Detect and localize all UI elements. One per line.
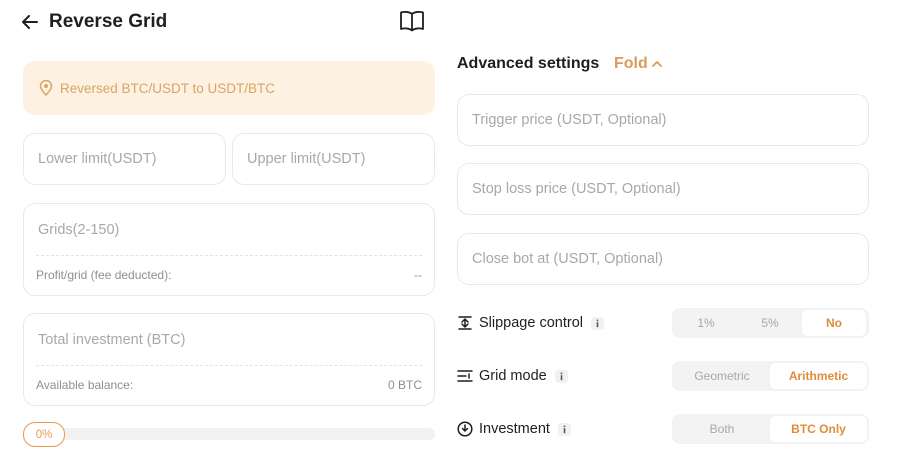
upper-limit-field[interactable] bbox=[232, 133, 435, 185]
slippage-selector: 1% 5% No bbox=[672, 308, 869, 338]
grid-mode-option-geometric[interactable]: Geometric bbox=[674, 363, 770, 389]
investment-row: Investment Both BTC Only bbox=[457, 414, 869, 444]
download-circle-icon bbox=[457, 421, 473, 437]
info-icon[interactable] bbox=[554, 369, 568, 383]
slippage-option-5[interactable]: 5% bbox=[738, 310, 802, 336]
grid-mode-selector: Geometric Arithmetic bbox=[672, 361, 869, 391]
investment-input[interactable] bbox=[38, 331, 422, 348]
close-bot-field[interactable] bbox=[457, 233, 869, 285]
investment-field: Available balance: 0 BTC bbox=[23, 313, 435, 406]
investment-slider-thumb[interactable]: 0% bbox=[23, 422, 65, 447]
arrow-left-icon bbox=[22, 15, 38, 29]
trigger-price-input[interactable] bbox=[472, 112, 854, 128]
back-button[interactable] bbox=[22, 12, 40, 32]
grids-field: Profit/grid (fee deducted): -- bbox=[23, 203, 435, 296]
investment-slider-track[interactable] bbox=[23, 428, 435, 440]
stop-loss-field[interactable] bbox=[457, 163, 869, 215]
stop-loss-input[interactable] bbox=[472, 181, 854, 197]
slippage-label: Slippage control bbox=[479, 315, 583, 331]
grid-mode-label: Grid mode bbox=[479, 368, 547, 384]
investment-selector: Both BTC Only bbox=[672, 414, 869, 444]
close-bot-input[interactable] bbox=[472, 251, 854, 267]
slippage-row: Slippage control 1% 5% No bbox=[457, 308, 869, 338]
slippage-option-no[interactable]: No bbox=[802, 310, 866, 336]
trigger-price-field[interactable] bbox=[457, 94, 869, 146]
grid-mode-row: Grid mode Geometric Arithmetic bbox=[457, 361, 869, 391]
available-balance-label: Available balance: bbox=[36, 378, 134, 392]
lower-limit-input[interactable] bbox=[38, 151, 211, 167]
grid-mode-option-arithmetic[interactable]: Arithmetic bbox=[770, 363, 867, 389]
upper-limit-input[interactable] bbox=[247, 151, 420, 167]
fold-label: Fold bbox=[614, 55, 648, 72]
info-icon[interactable] bbox=[557, 422, 571, 436]
info-icon[interactable] bbox=[591, 316, 604, 330]
lower-limit-field[interactable] bbox=[23, 133, 226, 185]
slippage-icon bbox=[457, 315, 473, 331]
grid-mode-icon bbox=[457, 368, 473, 384]
investment-option-btc-only[interactable]: BTC Only bbox=[770, 416, 867, 442]
location-pin-icon bbox=[38, 80, 54, 96]
available-balance-value: 0 BTC bbox=[387, 378, 422, 392]
profit-per-grid-value: -- bbox=[414, 268, 422, 282]
page-title: Reverse Grid bbox=[49, 11, 168, 32]
book-open-icon bbox=[400, 10, 424, 32]
slippage-option-1[interactable]: 1% bbox=[674, 310, 738, 336]
reverse-notice: Reversed BTC/USDT to USDT/BTC bbox=[23, 61, 435, 115]
advanced-settings-title: Advanced settings bbox=[457, 55, 600, 72]
notice-text: Reversed BTC/USDT to USDT/BTC bbox=[60, 80, 276, 96]
investment-option-both[interactable]: Both bbox=[674, 416, 770, 442]
chevron-up-icon bbox=[651, 60, 662, 68]
profit-per-grid-label: Profit/grid (fee deducted): bbox=[36, 268, 172, 282]
grids-input[interactable] bbox=[38, 221, 422, 238]
fold-button[interactable]: Fold bbox=[614, 55, 662, 73]
guide-button[interactable] bbox=[399, 10, 425, 34]
investment-label: Investment bbox=[479, 421, 550, 437]
